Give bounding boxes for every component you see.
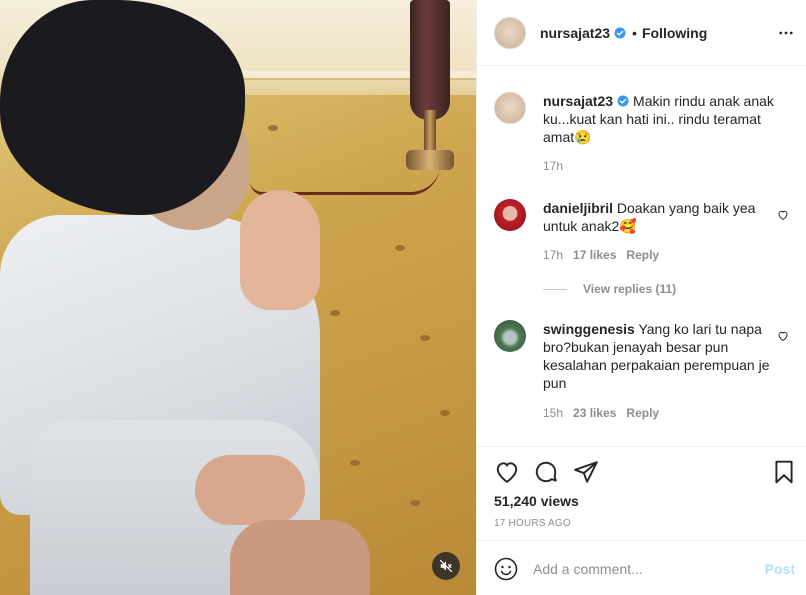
comment-meta: 17h 17 likes Reply	[543, 248, 659, 262]
comments-list[interactable]: nursajat23 Makin rindu anak anak ku...kua…	[477, 67, 806, 445]
comment-likes[interactable]: 17 likes	[573, 248, 616, 262]
caption-timestamp[interactable]: 17h	[543, 159, 563, 173]
view-replies-button[interactable]: View replies (11)	[543, 282, 676, 296]
heart-icon[interactable]	[777, 209, 789, 221]
child-hand	[240, 190, 320, 310]
header-separator: •	[632, 24, 637, 41]
following-button[interactable]: Following	[642, 25, 707, 41]
bookmark-icon[interactable]	[771, 459, 797, 485]
comment-timestamp[interactable]: 15h	[543, 406, 563, 420]
post-comment-button[interactable]: Post	[765, 561, 795, 577]
carpet-dot	[350, 460, 360, 466]
comment-icon[interactable]	[533, 459, 559, 485]
heart-icon[interactable]	[777, 330, 789, 342]
author-username[interactable]: nursajat23	[540, 25, 610, 41]
verified-badge-icon	[617, 95, 629, 107]
emoji-icon[interactable]	[494, 557, 518, 581]
carpet-dot	[440, 410, 450, 416]
comment-meta: 15h 23 likes Reply	[543, 406, 659, 420]
action-bar: 51,240 views 17 HOURS AGO	[477, 446, 806, 540]
video-lamp	[400, 0, 455, 180]
carpet-dot	[268, 125, 278, 131]
comment-username[interactable]: swinggenesis	[543, 321, 635, 337]
heart-icon[interactable]	[494, 459, 520, 485]
add-comment-bar: Post	[477, 540, 806, 595]
carpet-dot	[410, 500, 420, 506]
audio-muted-button[interactable]	[432, 552, 460, 580]
comment-username[interactable]: danieljibril	[543, 200, 613, 216]
post-header: nursajat23 • Following	[477, 0, 806, 66]
comment-timestamp[interactable]: 17h	[543, 248, 563, 262]
view-count[interactable]: 51,240 views	[494, 493, 579, 509]
post-caption: nursajat23 Makin rindu anak anak ku...kua…	[494, 92, 794, 182]
child-leg	[230, 520, 370, 595]
more-options-icon[interactable]	[777, 24, 795, 42]
post-timestamp[interactable]: 17 HOURS AGO	[494, 518, 571, 529]
reply-button[interactable]: Reply	[626, 248, 659, 262]
view-replies-label: View replies (11)	[583, 282, 677, 296]
post-video[interactable]	[0, 0, 476, 595]
add-comment-input[interactable]	[533, 559, 753, 579]
audio-muted-icon	[439, 559, 453, 573]
instagram-post-view: nursajat23 • Following nursajat23 Makin r…	[0, 0, 806, 595]
reply-button[interactable]: Reply	[626, 406, 659, 420]
carpet-dot	[330, 310, 340, 316]
commenter-avatar[interactable]	[494, 320, 526, 352]
view-replies-line	[543, 288, 567, 290]
post-details-panel: nursajat23 • Following nursajat23 Makin r…	[476, 0, 806, 595]
carpet-dot	[420, 335, 430, 341]
caption-meta: 17h	[543, 159, 563, 173]
verified-badge-icon	[614, 27, 626, 38]
carpet-dot	[395, 245, 405, 251]
caption-avatar[interactable]	[494, 92, 526, 124]
comment-item: swinggenesis Yang ko lari tu napa bro?bu…	[494, 320, 794, 430]
caption-username[interactable]: nursajat23	[543, 93, 613, 109]
commenter-avatar[interactable]	[494, 199, 526, 231]
child-hair	[0, 0, 245, 215]
share-icon[interactable]	[573, 459, 599, 485]
child-hand-lower	[195, 455, 305, 525]
author-avatar[interactable]	[494, 16, 526, 49]
comment-likes[interactable]: 23 likes	[573, 406, 616, 420]
